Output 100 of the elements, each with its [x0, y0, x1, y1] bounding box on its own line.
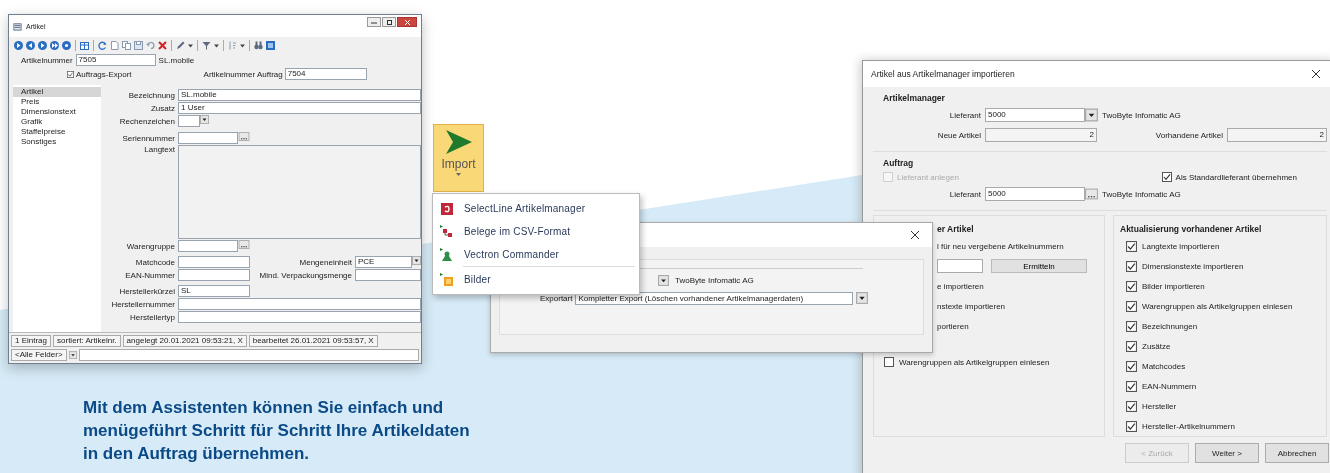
sidebar-item[interactable]: Dimensionstext [13, 107, 101, 117]
input-field[interactable]: SL.mobile [178, 89, 421, 101]
close-icon [404, 19, 410, 25]
dialog-button[interactable]: Abbrechen [1265, 443, 1329, 463]
dropdown-button[interactable] [68, 351, 77, 359]
checkbox[interactable] [1161, 172, 1172, 182]
combo-field[interactable]: PCE [355, 256, 412, 268]
field-label: Lieferant [948, 189, 981, 199]
sidebar-item[interactable]: Sonstiges [13, 137, 101, 147]
import-button[interactable]: Import [433, 124, 484, 192]
supplier-name: TwoByte Infomatic AG [1102, 189, 1181, 199]
checkbox[interactable] [1126, 400, 1137, 412]
checkbox-label: Bezeichnungen [1142, 321, 1198, 331]
navigation-icon[interactable] [49, 39, 60, 51]
input-field[interactable] [178, 311, 421, 323]
checkbox[interactable] [1126, 280, 1137, 292]
checkbox[interactable] [1126, 420, 1137, 432]
count-field: 2 [985, 128, 1097, 142]
checkbox[interactable] [1126, 380, 1137, 392]
combo-field[interactable] [178, 115, 200, 127]
checkbox[interactable] [1126, 320, 1137, 332]
dropdown-button[interactable] [856, 292, 869, 304]
menu-item[interactable]: Bilder [463, 266, 635, 291]
dropdown-button[interactable] [658, 274, 669, 286]
input-field[interactable] [355, 269, 421, 281]
status-segment: angelegt 20.01.2021 09:53:21, X [122, 335, 247, 347]
menu-item[interactable]: SelectLine Artikelmanager [433, 197, 639, 220]
navigation-icon[interactable] [25, 39, 36, 51]
checkbox-label: Zusätze [1142, 341, 1171, 351]
input-field[interactable] [178, 298, 421, 310]
determine-button[interactable]: Ermitteln [991, 259, 1087, 273]
input-field[interactable] [178, 269, 250, 281]
input-field[interactable] [937, 259, 983, 273]
filter-combo[interactable]: <Alle Felder> [11, 349, 67, 361]
field-label: Herstellerkürzel [118, 286, 175, 296]
checkbox-label: Dimensionstexte importieren [1142, 261, 1244, 271]
maximize-button[interactable] [382, 17, 396, 27]
checkbox-label: Hersteller [1142, 401, 1177, 411]
checkbox[interactable] [884, 357, 894, 367]
input-field[interactable]: 7504 [284, 68, 367, 80]
sidebar-item[interactable]: Grafik [13, 117, 101, 127]
input-field[interactable] [178, 132, 238, 144]
lookup-button[interactable] [238, 240, 250, 249]
input-field[interactable] [178, 256, 250, 268]
checkbox[interactable] [1126, 340, 1137, 352]
supplier-name: TwoByte Infomatic AG [1102, 110, 1181, 120]
app-logo-icon [439, 201, 454, 216]
input-field[interactable]: 5000 [985, 187, 1085, 201]
count-field: 2 [1227, 128, 1327, 142]
filter-icon[interactable] [201, 39, 212, 51]
field-label: Bezeichnung [127, 90, 175, 100]
input-field[interactable]: 7505 [75, 54, 156, 66]
menu-item[interactable]: Belege im CSV-Format [433, 220, 639, 243]
combo-field[interactable]: 5000 [985, 108, 1085, 122]
lookup-button[interactable] [238, 132, 250, 141]
save-icon[interactable] [133, 39, 144, 51]
caption-text: Mit dem Assistenten können Sie einfach und menügeführt Schritt für Schritt Ihre Artikeldaten in den Auftrag übernehmen. [83, 397, 471, 465]
checkbox[interactable] [1126, 240, 1137, 252]
sidebar-item[interactable]: Artikel [13, 87, 101, 97]
dialog-button[interactable]: Weiter > [1195, 443, 1259, 463]
status-segment: 1 Eintrag [11, 335, 52, 347]
refresh-icon[interactable] [97, 39, 108, 51]
checkbox-label: Matchcodes [1142, 361, 1186, 371]
sidebar-item[interactable]: Preis [13, 97, 101, 107]
sidebar-item[interactable]: Staffelpreise [13, 127, 101, 137]
grid-icon[interactable] [79, 39, 90, 51]
checkbox[interactable] [1126, 260, 1137, 272]
close-icon[interactable] [1311, 69, 1321, 79]
input-field[interactable]: SL [178, 285, 250, 297]
checkbox[interactable] [1126, 360, 1137, 372]
checkbox[interactable] [1126, 300, 1137, 312]
arrow-icon [444, 129, 473, 155]
input-field[interactable] [178, 240, 238, 252]
field-label: Exportart [540, 293, 573, 303]
navigation-icon[interactable] [61, 39, 72, 51]
delete-icon[interactable] [157, 39, 168, 51]
field-label: EAN-Nummer [124, 270, 175, 280]
maximize-icon [386, 19, 392, 25]
copy-icon[interactable] [121, 39, 132, 51]
pen-icon[interactable] [175, 39, 186, 51]
binoculars-icon[interactable] [253, 39, 264, 51]
input-field[interactable]: 1 User [178, 102, 421, 114]
field-label: Herstellernummer [110, 299, 175, 309]
field-label: Matchcode [134, 257, 175, 267]
navigation-icon[interactable] [37, 39, 48, 51]
close-icon[interactable] [910, 230, 920, 240]
option-label: e importieren [937, 281, 984, 291]
document-icon[interactable] [109, 39, 120, 51]
navigation-icon[interactable] [13, 39, 24, 51]
group-title: Auftrag [882, 157, 915, 170]
checkbox-label: EAN-Nummern [1142, 381, 1197, 391]
search-field[interactable] [78, 349, 419, 361]
menu-item[interactable]: Vectron Commander [433, 243, 639, 266]
combo-field[interactable]: Kompletter Export (Löschen vorhandener Artikelmanagerdaten) [575, 291, 854, 305]
option-label: nstexte importieren [937, 301, 1006, 311]
checkbox-label: Langtexte importieren [1142, 241, 1220, 251]
dropdown-button[interactable] [1085, 108, 1098, 122]
close-button[interactable] [397, 17, 417, 27]
info-icon[interactable] [265, 39, 276, 51]
checkbox[interactable] [67, 70, 74, 78]
